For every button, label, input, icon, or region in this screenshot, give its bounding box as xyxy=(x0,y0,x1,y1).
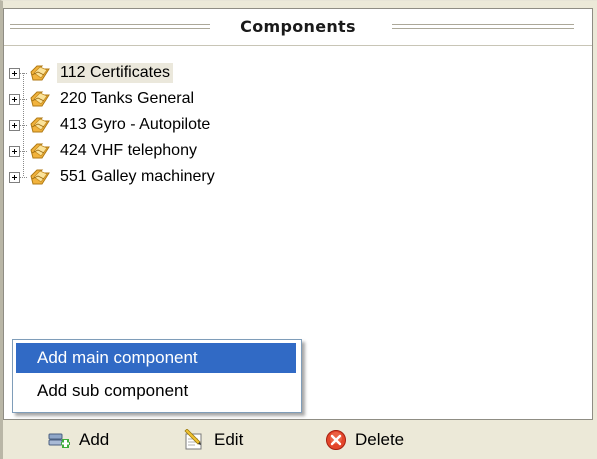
tree-dots xyxy=(20,98,28,100)
tree-dots xyxy=(20,150,28,152)
delete-icon xyxy=(326,430,346,450)
add-component-icon xyxy=(48,433,70,448)
menu-item-add-sub-component[interactable]: Add sub component xyxy=(16,376,296,406)
tree-node-label[interactable]: 413 Gyro - Autopilote xyxy=(57,115,213,135)
panel-title-bar: Components xyxy=(4,9,592,46)
bottom-toolbar: Add Edit Delete xyxy=(3,421,593,459)
folder-component-icon xyxy=(30,169,50,185)
expand-icon[interactable] xyxy=(9,119,20,131)
title-rule-right xyxy=(392,24,574,29)
components-tree[interactable]: 112 Certificates 220 Tanks General 413 G… xyxy=(9,60,569,190)
tree-node-label[interactable]: 220 Tanks General xyxy=(57,89,197,109)
menu-item-add-main-component[interactable]: Add main component xyxy=(16,343,296,373)
tree-node-label[interactable]: 112 Certificates xyxy=(57,63,173,83)
edit-button-label: Edit xyxy=(214,430,244,449)
tree-dots xyxy=(20,176,28,178)
tree-node-413[interactable]: 413 Gyro - Autopilote xyxy=(9,112,569,138)
folder-component-icon xyxy=(30,65,50,81)
tree-node-label[interactable]: 424 VHF telephony xyxy=(57,141,200,161)
expand-icon[interactable] xyxy=(9,93,20,105)
expand-icon[interactable] xyxy=(9,171,20,183)
expand-icon[interactable] xyxy=(9,67,20,79)
expand-icon[interactable] xyxy=(9,145,20,157)
edit-icon xyxy=(184,429,202,450)
edit-button[interactable]: Edit xyxy=(178,425,247,455)
tree-node-112[interactable]: 112 Certificates xyxy=(9,60,569,86)
tree-dots xyxy=(20,124,28,126)
tree-node-label[interactable]: 551 Galley machinery xyxy=(57,167,218,187)
add-context-menu: Add main component Add sub component xyxy=(12,339,302,413)
folder-component-icon xyxy=(30,117,50,133)
delete-button[interactable]: Delete xyxy=(321,425,408,455)
tree-dots xyxy=(20,72,28,74)
tree-node-551[interactable]: 551 Galley machinery xyxy=(9,164,569,190)
folder-component-icon xyxy=(30,143,50,159)
tree-node-424[interactable]: 424 VHF telephony xyxy=(9,138,569,164)
folder-component-icon xyxy=(30,91,50,107)
add-button-label: Add xyxy=(79,430,110,449)
delete-button-label: Delete xyxy=(355,430,405,449)
add-button[interactable]: Add xyxy=(43,425,113,455)
tree-node-220[interactable]: 220 Tanks General xyxy=(9,86,569,112)
